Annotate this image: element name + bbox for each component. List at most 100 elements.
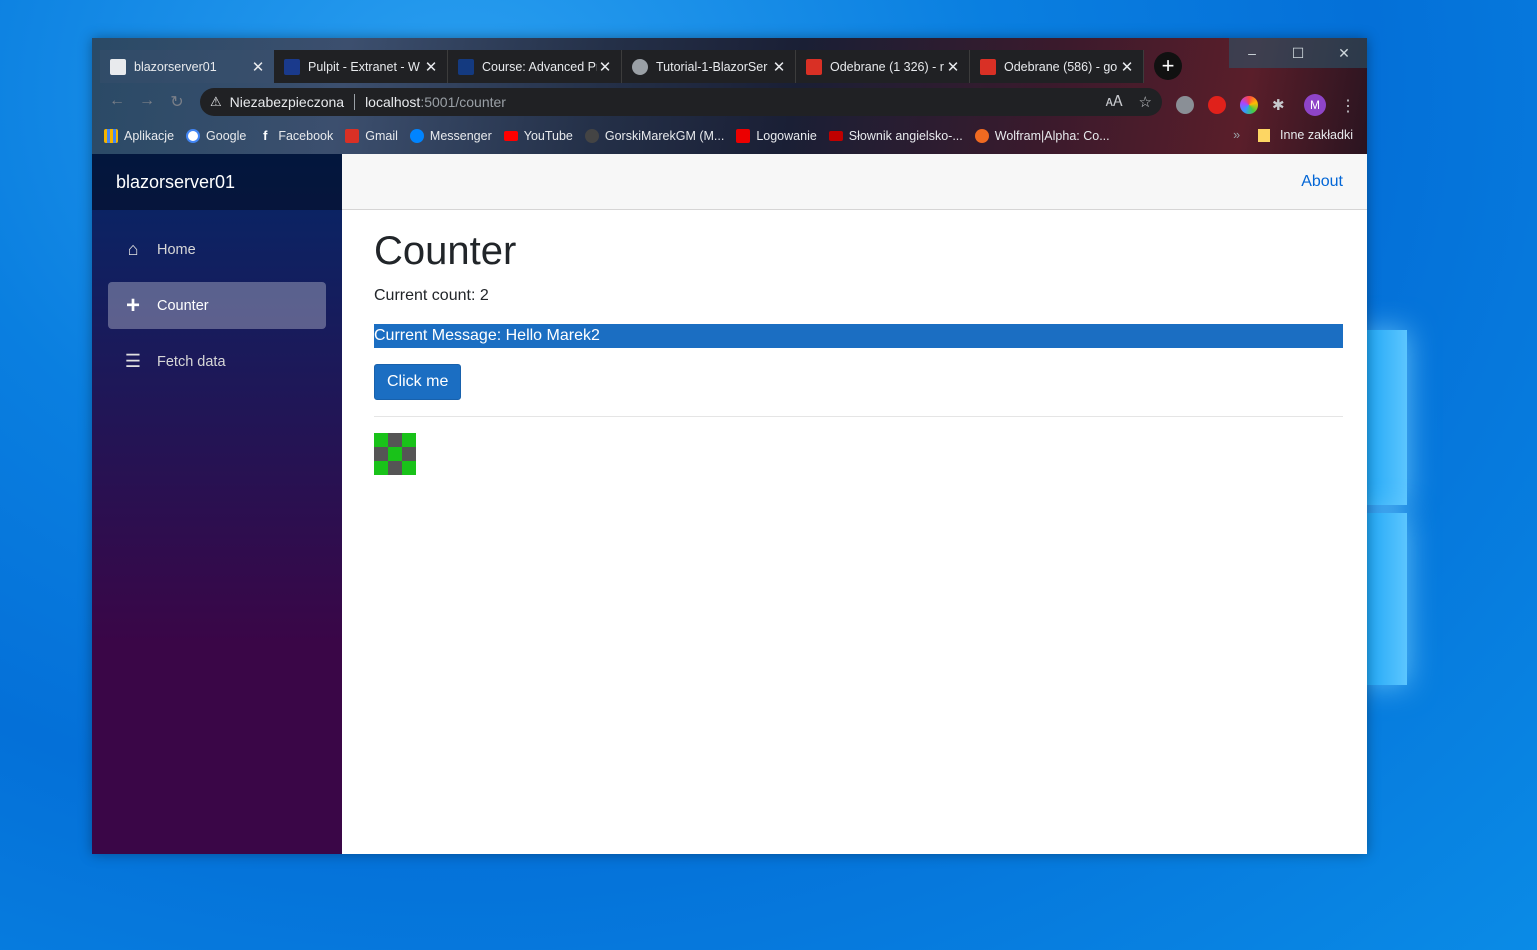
warning-icon: ⚠ — [210, 94, 222, 109]
color-extension-icon[interactable] — [1240, 96, 1258, 114]
bookmark-label: Messenger — [429, 129, 492, 143]
plus-icon: + — [125, 291, 140, 319]
page-body: Counter Current count: 2 Current Message… — [374, 209, 1343, 475]
nav-home[interactable]: ⌂ Home — [108, 226, 326, 273]
grid-cell — [388, 447, 402, 461]
bookmark-slownik[interactable]: Słownik angielsko-... — [828, 129, 963, 143]
nav-label: Fetch data — [157, 353, 226, 370]
nav-label: Home — [157, 241, 196, 258]
nav-counter[interactable]: + Counter — [108, 282, 326, 329]
grid-cell — [374, 447, 388, 461]
sidebar: blazorserver01 ⌂ Home + Counter ☰ Fetch … — [92, 154, 342, 854]
github-icon — [584, 129, 599, 143]
back-arrow-icon[interactable]: ← — [106, 92, 128, 114]
tab-label: Tutorial-1-BlazorSer — [656, 59, 768, 74]
tab-gmail-2[interactable]: Odebrane (586) - go ✕ — [970, 50, 1144, 83]
bookmark-label: Logowanie — [756, 129, 817, 143]
minimize-button[interactable]: – — [1229, 38, 1275, 68]
nav-label: Counter — [157, 297, 209, 314]
facebook-icon: f — [263, 128, 268, 143]
apps-icon — [104, 129, 118, 143]
tab-label: Odebrane (586) - go — [1004, 59, 1118, 74]
other-bookmarks[interactable]: » Inne zakładki — [1233, 128, 1353, 142]
bookmark-label: Wolfram|Alpha: Co... — [994, 129, 1110, 143]
bookmark-github[interactable]: GorskiMarekGM (M... — [584, 129, 725, 143]
extensions-area: ✱ M ⋮ — [1176, 94, 1358, 116]
puzzle-icon[interactable]: ✱ — [1272, 96, 1290, 114]
page-title: Counter — [374, 229, 517, 273]
windows-wallpaper-logo — [1365, 330, 1410, 690]
bookmark-wolfram[interactable]: Wolfram|Alpha: Co... — [974, 129, 1110, 143]
bookmark-aplikacje[interactable]: Aplikacje — [104, 129, 174, 143]
tab-gmail-1[interactable]: Odebrane (1 326) - r ✕ — [796, 50, 970, 83]
nav-fetch-data[interactable]: ☰ Fetch data — [108, 338, 326, 385]
other-bookmarks-label: Inne zakładki — [1280, 128, 1353, 142]
gmail-icon — [806, 58, 822, 75]
current-message: Current Message: Hello Marek2 — [374, 324, 1343, 348]
close-icon[interactable]: ✕ — [1119, 58, 1135, 76]
maximize-button[interactable]: ☐ — [1275, 38, 1321, 68]
google-icon — [186, 129, 201, 143]
grid-cell — [374, 461, 388, 475]
app-brand[interactable]: blazorserver01 — [92, 154, 342, 210]
chevron-more-icon[interactable]: » — [1233, 128, 1240, 142]
about-link[interactable]: About — [1301, 173, 1343, 191]
globe-icon — [632, 58, 648, 75]
bookmark-label: Facebook — [278, 129, 334, 143]
wolfram-icon — [974, 129, 989, 143]
bookmark-facebook[interactable]: f Facebook — [258, 128, 334, 144]
close-icon[interactable]: ✕ — [423, 58, 439, 76]
grid-cell — [374, 433, 388, 447]
tab-tutorial[interactable]: Tutorial-1-BlazorSer ✕ — [622, 50, 796, 83]
tab-blazorserver01[interactable]: blazorserver01 ✕ — [100, 50, 274, 83]
close-icon[interactable]: ✕ — [771, 58, 787, 76]
star-icon[interactable]: ☆ — [1139, 93, 1152, 111]
forward-arrow-icon[interactable]: → — [136, 92, 158, 114]
main-content: About Counter Current count: 2 Current M… — [342, 154, 1367, 854]
bookmark-label: Aplikacje — [124, 129, 175, 143]
adblock-extension-icon[interactable] — [1208, 96, 1226, 114]
bookmark-label: YouTube — [523, 129, 573, 143]
translate-icon[interactable]: 🗚 — [1106, 93, 1123, 111]
close-icon[interactable]: ✕ — [597, 58, 613, 76]
tab-strip: blazorserver01 ✕ Pulpit - Extranet - W ✕… — [100, 50, 1182, 84]
close-icon[interactable]: ✕ — [250, 58, 266, 76]
reload-icon[interactable]: ↻ — [166, 92, 188, 114]
tab-label: Course: Advanced Pr — [482, 59, 597, 74]
bookmark-youtube[interactable]: YouTube — [503, 129, 573, 143]
page-icon — [110, 58, 126, 75]
bookmark-gmail[interactable]: Gmail — [345, 129, 398, 143]
tab-course[interactable]: Course: Advanced Pr ✕ — [448, 50, 622, 83]
browser-window: – ☐ ✕ blazorserver01 ✕ Pulpit - Extranet… — [92, 38, 1367, 854]
gmail-icon — [345, 129, 360, 143]
bookmark-logowanie[interactable]: Logowanie — [736, 129, 817, 143]
messenger-icon — [409, 129, 424, 143]
close-window-button[interactable]: ✕ — [1321, 38, 1367, 68]
youtube-icon — [503, 131, 518, 141]
grid-cell — [402, 433, 416, 447]
gmail-icon — [980, 58, 996, 75]
bookmark-label: Google — [206, 129, 247, 143]
list-icon: ☰ — [124, 351, 142, 371]
close-icon[interactable]: ✕ — [945, 58, 961, 76]
browser-chrome: – ☐ ✕ blazorserver01 ✕ Pulpit - Extranet… — [92, 38, 1367, 154]
bookmark-label: Słownik angielsko-... — [848, 129, 963, 143]
folder-icon — [1258, 128, 1271, 142]
bookmark-label: GorskiMarekGM (M... — [604, 129, 725, 143]
home-icon: ⌂ — [127, 239, 139, 259]
bookmarks-bar: Aplikacje Google f Facebook Gmail Messeng… — [92, 122, 1367, 150]
new-tab-button[interactable]: + — [1154, 52, 1182, 80]
vpn-extension-icon[interactable] — [1176, 96, 1194, 114]
click-me-button[interactable]: Click me — [374, 364, 462, 400]
address-bar[interactable]: ⚠ Niezabezpieczona localhost:5001/counte… — [200, 88, 1162, 116]
top-row: About — [342, 154, 1367, 210]
bookmark-google[interactable]: Google — [186, 129, 246, 143]
profile-avatar[interactable]: M — [1304, 94, 1326, 116]
url-path: :5001/counter — [420, 94, 506, 110]
menu-kebab-icon[interactable]: ⋮ — [1340, 96, 1358, 115]
tab-pulpit-extranet[interactable]: Pulpit - Extranet - W ✕ — [274, 50, 448, 83]
tab-label: blazorserver01 — [134, 59, 217, 74]
grid-cell — [388, 461, 402, 475]
bookmark-messenger[interactable]: Messenger — [409, 129, 492, 143]
checker-grid — [374, 433, 416, 475]
